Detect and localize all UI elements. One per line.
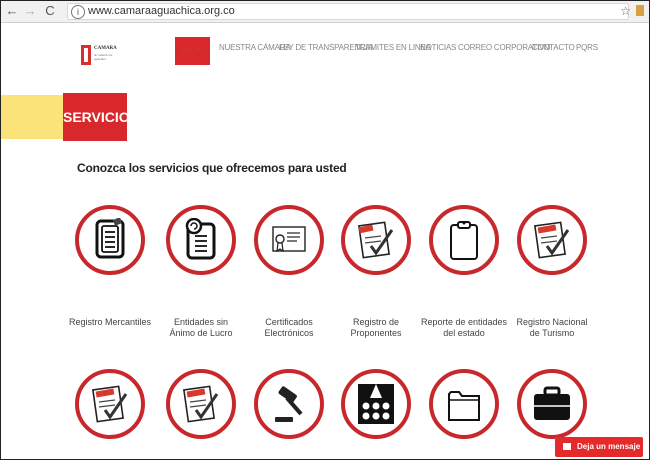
gavel-icon [275, 386, 303, 422]
logo[interactable]: CAMARA de comercio de aguachica [81, 43, 129, 67]
info-icon[interactable]: i [71, 5, 85, 19]
clipboard-icon [450, 221, 478, 260]
nav-item-pqrs[interactable]: PQRS [576, 43, 598, 52]
checklist-icon [357, 221, 394, 259]
service-label: Registro de Proponentes [350, 317, 402, 338]
service-item[interactable] [75, 369, 145, 439]
url-text[interactable]: www.camaraaguachica.org.co [88, 5, 235, 17]
checklist-emergencia-icon [91, 385, 128, 423]
leave-message-label: Deja un mensaje [577, 442, 641, 451]
checklist-red-icon [182, 385, 219, 423]
forward-icon[interactable]: → [23, 3, 37, 19]
service-registro-proponentes[interactable] [341, 205, 411, 275]
intro-heading: Conozca los servicios que ofrecemos para… [77, 161, 347, 175]
service-label: Registro Nacional de Turismo [516, 317, 588, 338]
bookmark-star-icon[interactable]: ☆ [620, 3, 631, 19]
back-icon[interactable]: ← [5, 3, 19, 19]
address-bar[interactable]: i www.camaraaguachica.org.co [67, 3, 629, 20]
service-label: Reporte de entidades del estado [420, 317, 508, 338]
leave-message-button[interactable]: Deja un mensaje [555, 437, 643, 457]
mail-icon [563, 443, 571, 450]
reload-icon[interactable]: C [43, 3, 57, 19]
service-item[interactable] [341, 369, 411, 439]
briefcase-icon [534, 386, 570, 420]
certificate-icon [272, 226, 306, 253]
folder-icon [448, 391, 480, 421]
banner-accent [1, 95, 63, 139]
service-item[interactable] [517, 369, 587, 439]
extension-icon[interactable] [636, 5, 644, 16]
logo-subtitle: de comercio de aguachica [94, 53, 113, 61]
service-certificados[interactable] [254, 205, 324, 275]
service-item[interactable] [429, 369, 499, 439]
document-refresh-icon [185, 218, 216, 260]
browser-toolbar: ← → C i www.camaraaguachica.org.co ☆ [1, 1, 649, 23]
service-item[interactable] [166, 369, 236, 439]
service-registro-mercantiles[interactable] [75, 205, 145, 275]
nav-item-noticias[interactable]: NOTICIAS [420, 43, 456, 52]
checklist-turismo-icon [533, 221, 570, 259]
audience-icon [358, 384, 394, 424]
page: ← → C i www.camaraaguachica.org.co ☆ CAMA… [0, 0, 650, 460]
service-entidades-sin-animo[interactable] [166, 205, 236, 275]
nav-item-contacto[interactable]: CONTACTO [532, 43, 575, 52]
service-label: Registro Mercantiles [68, 317, 152, 327]
logo-mark [81, 45, 91, 65]
nav-item-inicio[interactable]: INICIO [175, 37, 211, 65]
document-icon [95, 218, 125, 259]
logo-title: CAMARA [94, 46, 117, 51]
service-label: Certificados Electrónicos [264, 317, 314, 338]
service-item[interactable] [254, 369, 324, 439]
service-label: Entidades sin Ánimo de Lucro [169, 317, 233, 338]
service-reporte-entidades[interactable] [429, 205, 499, 275]
site-header: CAMARA de comercio de aguachica INICIO N… [1, 23, 649, 83]
page-title: SERVICIOS [63, 93, 139, 141]
service-registro-turismo[interactable] [517, 205, 587, 275]
